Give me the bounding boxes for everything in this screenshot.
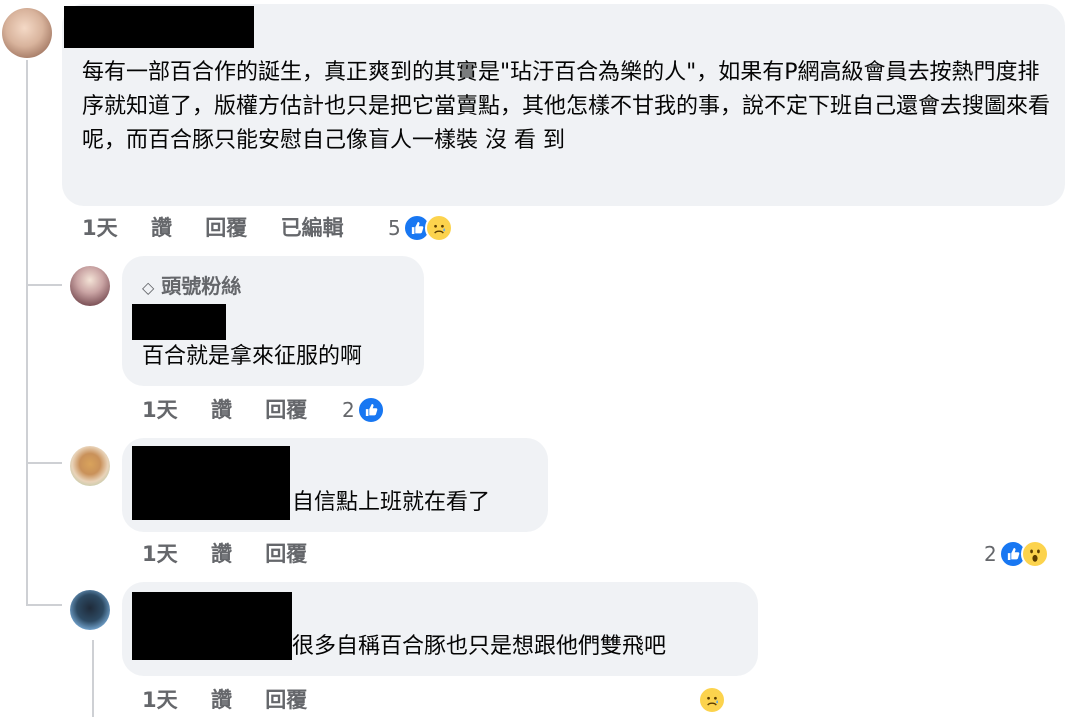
- reaction-summary[interactable]: 2: [984, 540, 1049, 568]
- like-button[interactable]: 讚: [211, 398, 232, 422]
- reaction-summary[interactable]: 5: [388, 214, 453, 242]
- avatar[interactable]: [70, 446, 110, 486]
- reply-button[interactable]: 回覆: [265, 398, 307, 422]
- like-button[interactable]: 讚: [211, 542, 232, 566]
- avatar[interactable]: [70, 590, 110, 630]
- comment-time[interactable]: 1天: [82, 216, 118, 240]
- comment-actions: 1天 讚 回覆 已編輯: [82, 214, 370, 242]
- badge-label: 頭號粉絲: [161, 274, 242, 298]
- thread-line: [26, 60, 28, 605]
- reply-text: 自信點上班就在看了: [292, 490, 491, 515]
- reply-button[interactable]: 回覆: [205, 216, 247, 240]
- reaction-count: 5: [388, 216, 401, 240]
- edited-label[interactable]: 已編輯: [281, 216, 344, 240]
- comment-text: 每有一部百合作的誕生，真正爽到的其實是"玷汙百合為樂的人"，如果有P網高級會員去…: [82, 60, 1051, 153]
- author-name-redacted[interactable]: [132, 304, 226, 340]
- reply-actions: 1天 讚 回覆: [142, 396, 333, 424]
- like-button[interactable]: 讚: [151, 216, 172, 240]
- reaction-summary[interactable]: [698, 686, 726, 714]
- reply-text: 百合就是拿來征服的啊: [142, 344, 363, 369]
- reaction-count: 2: [984, 542, 997, 566]
- reply-actions: 1天 讚 回覆: [142, 686, 333, 714]
- sad-icon: [698, 686, 726, 714]
- diamond-icon: ◇: [142, 278, 155, 297]
- reply-time[interactable]: 1天: [142, 398, 178, 422]
- like-button[interactable]: 讚: [211, 688, 232, 712]
- reply-time[interactable]: 1天: [142, 688, 178, 712]
- top-fan-badge[interactable]: ◇ 頭號粉絲: [142, 270, 241, 299]
- thread-line: [26, 604, 62, 606]
- author-name-redacted[interactable]: [64, 6, 254, 48]
- author-name-redacted[interactable]: [132, 592, 292, 660]
- avatar[interactable]: [2, 8, 52, 58]
- reaction-summary[interactable]: 2: [342, 396, 385, 424]
- thread-line: [26, 284, 62, 286]
- thread-line: [26, 462, 62, 464]
- reply-time[interactable]: 1天: [142, 542, 178, 566]
- reply-button[interactable]: 回覆: [265, 688, 307, 712]
- thread-line: [92, 640, 94, 717]
- sad-icon: [424, 214, 453, 242]
- reply-button[interactable]: 回覆: [265, 542, 307, 566]
- wow-icon: [1020, 540, 1049, 568]
- reply-text: 很多自稱百合豚也只是想跟他們雙飛吧: [292, 634, 667, 659]
- author-name-redacted[interactable]: [132, 446, 290, 520]
- like-icon: [356, 396, 385, 424]
- reaction-count: 2: [342, 398, 355, 422]
- avatar[interactable]: [70, 266, 110, 306]
- reply-actions: 1天 讚 回覆: [142, 540, 333, 568]
